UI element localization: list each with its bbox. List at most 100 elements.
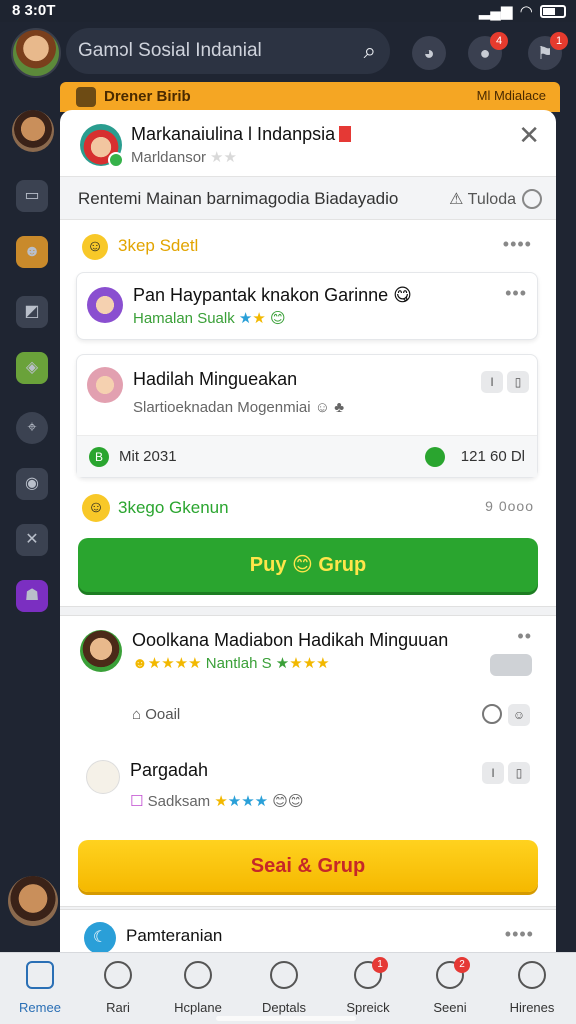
dialog-avatar xyxy=(80,124,124,168)
nav-home[interactable]: Remee xyxy=(0,961,80,1015)
top-bar: Gamɔl Sosial Indanial ⌕ ◕ ● 4 ⚑ 1 xyxy=(0,22,576,82)
search-bar[interactable]: Gamɔl Sosial Indanial ⌕ xyxy=(66,28,390,74)
left-rail: ▭ ☻ ◩ ◈ ⌖ ◉ ✕ ☗ xyxy=(0,82,60,952)
nav-explore-label: Hcplane xyxy=(174,1000,222,1015)
card2-footer-icon: B xyxy=(89,447,109,467)
card1-more-icon[interactable]: ••• xyxy=(505,283,527,304)
card4-avatar xyxy=(86,760,120,794)
nav-details[interactable]: Deptals xyxy=(244,961,324,1015)
group-card-2[interactable]: Hadilah Mingueakan Slartioeknadan Mogenm… xyxy=(76,354,538,478)
card3-more-icon[interactable]: •• xyxy=(517,626,532,647)
card2-footer-right-icon xyxy=(425,447,445,467)
smile-icon: ☺ xyxy=(82,234,108,260)
card2-footer: B Mit 2031 121 60 Dl xyxy=(77,435,537,477)
nav-profile[interactable]: Hirenes xyxy=(492,961,572,1015)
group-dialog: Markanaiulina l Indanpsia Marldansor ★★ ✕… xyxy=(60,110,556,952)
section-divider xyxy=(60,606,556,616)
section-label-1-text: 3kep Sdetl xyxy=(118,236,199,255)
nav-messages-label: Seeni xyxy=(433,1000,467,1015)
nav-messages[interactable]: 2 Seeni xyxy=(410,957,490,1015)
group-card-4[interactable]: Pargadah ☐ Sadksam ★★★★ 😊😊 I ▯ xyxy=(76,750,538,822)
card3-toggle[interactable] xyxy=(490,654,532,676)
activity-badge: 1 xyxy=(372,957,388,973)
pet-nav-icon xyxy=(270,961,298,989)
card2-button-1[interactable]: I xyxy=(481,371,503,393)
section-label-1: 3kep Sdetl xyxy=(118,236,198,256)
status-icons: ▂▄▆ ◠ xyxy=(479,2,566,20)
rail-compass-icon[interactable]: ⌖ xyxy=(16,412,48,444)
section-label-2-text: 3kego Gkenun xyxy=(118,498,229,517)
rail-pet-icon[interactable]: ◉ xyxy=(16,468,48,500)
nav-profile-label: Hirenes xyxy=(509,1000,555,1015)
dialog-tagline: Rentemi Mainan barnimagodia Biadayadio ⚠… xyxy=(60,176,556,220)
search-text: Gamɔl Sosial Indanial xyxy=(78,40,262,61)
card1-title: Pan Haypantak knakon Garinne 😋 xyxy=(133,285,412,305)
card1-avatar xyxy=(87,287,123,323)
background-header-title: Drener Birib xyxy=(104,88,191,105)
pet-icon[interactable]: ◕ xyxy=(412,36,446,70)
nav-home-label: Remee xyxy=(19,1000,61,1015)
card4-subtitle-text: Sadksam xyxy=(147,793,211,810)
clock-icon[interactable] xyxy=(522,189,542,209)
card1-subtitle: Hamalan Sualk ★★ 😊 xyxy=(133,310,286,327)
notification-icon[interactable]: ● 4 xyxy=(468,32,508,70)
card4-button-1[interactable]: I xyxy=(482,762,504,784)
dialog-title-text: Markanaiulina l Indanpsia xyxy=(131,124,336,144)
rail-game-icon[interactable]: ◈ xyxy=(16,352,48,384)
face-icon xyxy=(104,961,132,989)
rail-chat-icon[interactable]: ▭ xyxy=(16,180,48,212)
group-card-1[interactable]: Pan Haypantak knakon Garinne 😋 Hamalan S… xyxy=(76,272,538,340)
card2-subtitle-text: Slartioeknadan Mogenmiai xyxy=(133,399,311,416)
rail-group-icon[interactable]: ☻ xyxy=(16,236,48,268)
card2-title: Hadilah Mingueakan xyxy=(133,369,298,389)
close-icon[interactable]: ✕ xyxy=(518,120,540,151)
signal-icon: ▂▄▆ xyxy=(478,3,513,20)
rail-avatar[interactable] xyxy=(12,110,54,152)
rail-bottom-avatar[interactable] xyxy=(8,876,58,926)
card3-bottom-text: Ooail xyxy=(145,706,181,723)
home-indicator xyxy=(216,1016,356,1021)
nav-activity[interactable]: 1 Spreick xyxy=(328,957,408,1015)
status-time: 8 3:0T xyxy=(12,2,56,19)
card3-rating-text: Nantlah S xyxy=(205,655,272,672)
card3-emoji-button[interactable]: ☺ xyxy=(508,704,530,726)
notification-badge: 4 xyxy=(490,32,508,50)
smile-nav-icon xyxy=(184,961,212,989)
nav-friends[interactable]: Rari xyxy=(78,961,158,1015)
card2-avatar xyxy=(87,367,123,403)
card4-button-2[interactable]: ▯ xyxy=(508,762,530,784)
message-icon: 2 xyxy=(436,957,470,989)
card1-subtitle-text: Hamalan Sualk xyxy=(133,310,235,327)
friend-request-icon[interactable]: ⚑ 1 xyxy=(528,32,568,70)
rail-mask-icon[interactable]: ☗ xyxy=(16,580,48,612)
share-group-button[interactable]: Seai & Grup xyxy=(78,840,538,892)
profile-avatar[interactable] xyxy=(11,28,61,78)
smile-icon-2: ☺ xyxy=(82,494,110,522)
bottom-item-more-icon[interactable]: •••• xyxy=(505,924,534,945)
card2-subtitle: Slartioeknadan Mogenmiai ☺ ♣ xyxy=(133,399,345,416)
card2-button-2[interactable]: ▯ xyxy=(507,371,529,393)
card3-info-icon[interactable] xyxy=(482,704,502,724)
join-group-button[interactable]: Puy 😊 Grup xyxy=(78,538,538,592)
card4-title: Pargadah xyxy=(130,760,209,780)
search-icon[interactable]: ⌕ xyxy=(364,38,376,64)
nav-explore[interactable]: Hcplane xyxy=(158,961,238,1015)
tagline-text: Rentemi Mainan barnimagodia Biadayadio xyxy=(78,189,399,208)
card3-bottom: ⌂ Ooail xyxy=(132,706,181,723)
group-card-3[interactable]: Ooolkana Madiabon Hadikah Minguuan ☻★★★★… xyxy=(76,618,538,742)
rating-stars: ★★ xyxy=(210,149,237,166)
dialog-header: Markanaiulina l Indanpsia Marldansor ★★ ✕ xyxy=(60,110,556,176)
section-2-right: 9 0ooo xyxy=(485,498,534,514)
card2-footer-right: 121 60 Dl xyxy=(460,448,525,465)
tagline-right-text: Tuloda xyxy=(467,191,516,208)
background-header-right: Ml Mdialace xyxy=(476,88,546,103)
rail-image-icon[interactable]: ◩ xyxy=(16,296,48,328)
nav-details-label: Deptals xyxy=(261,1000,307,1015)
card3-avatar xyxy=(80,630,122,672)
dialog-title: Markanaiulina l Indanpsia xyxy=(131,124,352,145)
card3-rating: ☻★★★★ Nantlah S ★★★★ xyxy=(132,655,330,672)
nav-activity-label: Spreick xyxy=(346,1000,390,1015)
nav-friends-label: Rari xyxy=(106,1000,130,1015)
more-icon[interactable]: •••• xyxy=(503,234,532,255)
rail-share-icon[interactable]: ✕ xyxy=(16,524,48,556)
